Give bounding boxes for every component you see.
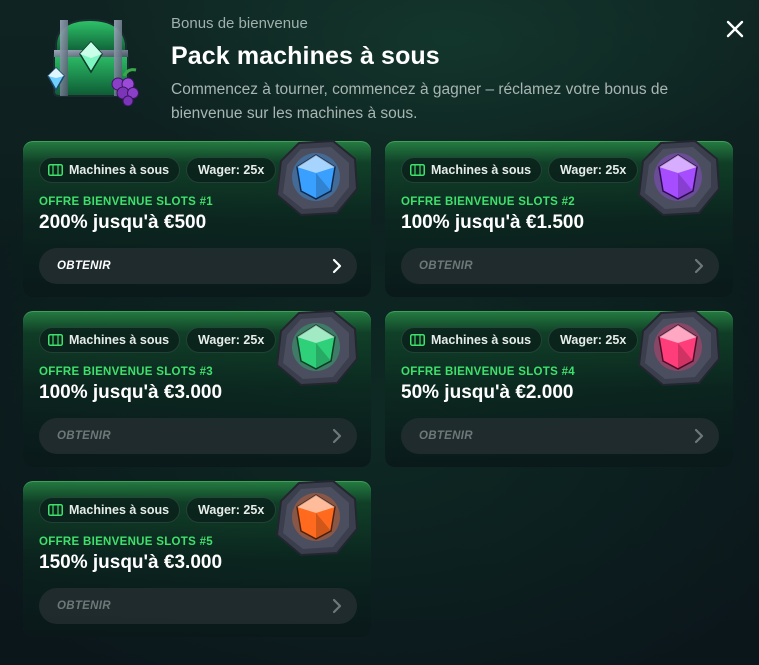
wager-chip: Wager: 25x	[186, 497, 277, 523]
get-bonus-label: OBTENIR	[419, 430, 473, 442]
orange-gem-icon	[269, 477, 361, 559]
offer-amount: 200% jusqu'à €500	[39, 212, 207, 233]
modal-title: Pack machines à sous	[171, 42, 440, 70]
offer-label: OFFRE BIENVENUE SLOTS #3	[39, 366, 213, 378]
bonus-card-2: Machines à sous Wager: 25x OFFRE BIENVEN…	[385, 139, 733, 297]
blue-gem-icon	[269, 137, 361, 219]
slots-tag-chip: Machines à sous	[401, 157, 543, 183]
close-icon	[726, 20, 744, 38]
slots-tag-chip: Machines à sous	[39, 497, 181, 523]
offer-label: OFFRE BIENVENUE SLOTS #5	[39, 536, 213, 548]
get-bonus-button[interactable]: OBTENIR	[401, 248, 719, 284]
get-bonus-label: OBTENIR	[57, 260, 111, 272]
treasure-chest-icon	[36, 14, 144, 106]
get-bonus-button[interactable]: OBTENIR	[39, 418, 357, 454]
get-bonus-button[interactable]: OBTENIR	[39, 248, 357, 284]
modal-description: Commencez à tourner, commencez à gagner …	[171, 81, 669, 122]
bonus-card-3: Machines à sous Wager: 25x OFFRE BIENVEN…	[23, 309, 371, 467]
get-bonus-button[interactable]: OBTENIR	[39, 588, 357, 624]
slots-tag-chip: Machines à sous	[39, 157, 181, 183]
bonus-card-4: Machines à sous Wager: 25x OFFRE BIENVEN…	[385, 309, 733, 467]
get-bonus-button[interactable]: OBTENIR	[401, 418, 719, 454]
chevron-right-icon	[331, 598, 343, 614]
slot-machine-icon	[48, 504, 63, 516]
chevron-right-icon	[331, 258, 343, 274]
close-button[interactable]	[722, 16, 748, 42]
bonus-card-5: Machines à sous Wager: 25x OFFRE BIENVEN…	[23, 479, 371, 637]
wager-chip: Wager: 25x	[548, 157, 639, 183]
offer-label: OFFRE BIENVENUE SLOTS #2	[401, 196, 575, 208]
slots-tag-label: Machines à sous	[69, 163, 170, 177]
offer-amount: 100% jusqu'à €3.000	[39, 382, 223, 403]
slot-machine-icon	[48, 334, 63, 346]
slots-tag-label: Machines à sous	[69, 333, 170, 347]
offer-amount: 150% jusqu'à €3.000	[39, 552, 223, 573]
slot-machine-icon	[48, 164, 63, 176]
welcome-bonus-modal: Bonus de bienvenue Pack machines à sous …	[0, 0, 759, 665]
chevron-right-icon	[331, 428, 343, 444]
offer-label: OFFRE BIENVENUE SLOTS #1	[39, 196, 213, 208]
modal-eyebrow: Bonus de bienvenue	[171, 15, 308, 32]
bonus-card-1: Machines à sous Wager: 25x OFFRE BIENVEN…	[23, 139, 371, 297]
get-bonus-label: OBTENIR	[57, 600, 111, 612]
slots-tag-chip: Machines à sous	[39, 327, 181, 353]
pink-gem-icon	[631, 307, 723, 389]
slot-machine-icon	[410, 334, 425, 346]
wager-chip: Wager: 25x	[548, 327, 639, 353]
chevron-right-icon	[693, 258, 705, 274]
offer-amount: 50% jusqu'à €2.000	[401, 382, 574, 403]
slots-tag-label: Machines à sous	[69, 503, 170, 517]
get-bonus-label: OBTENIR	[57, 430, 111, 442]
offer-amount: 100% jusqu'à €1.500	[401, 212, 585, 233]
get-bonus-label: OBTENIR	[419, 260, 473, 272]
wager-chip: Wager: 25x	[186, 157, 277, 183]
slots-tag-chip: Machines à sous	[401, 327, 543, 353]
chevron-right-icon	[693, 428, 705, 444]
slots-tag-label: Machines à sous	[431, 333, 532, 347]
wager-chip: Wager: 25x	[186, 327, 277, 353]
slots-tag-label: Machines à sous	[431, 163, 532, 177]
slot-machine-icon	[410, 164, 425, 176]
purple-gem-icon	[631, 137, 723, 219]
offer-label: OFFRE BIENVENUE SLOTS #4	[401, 366, 575, 378]
green-gem-icon	[269, 307, 361, 389]
